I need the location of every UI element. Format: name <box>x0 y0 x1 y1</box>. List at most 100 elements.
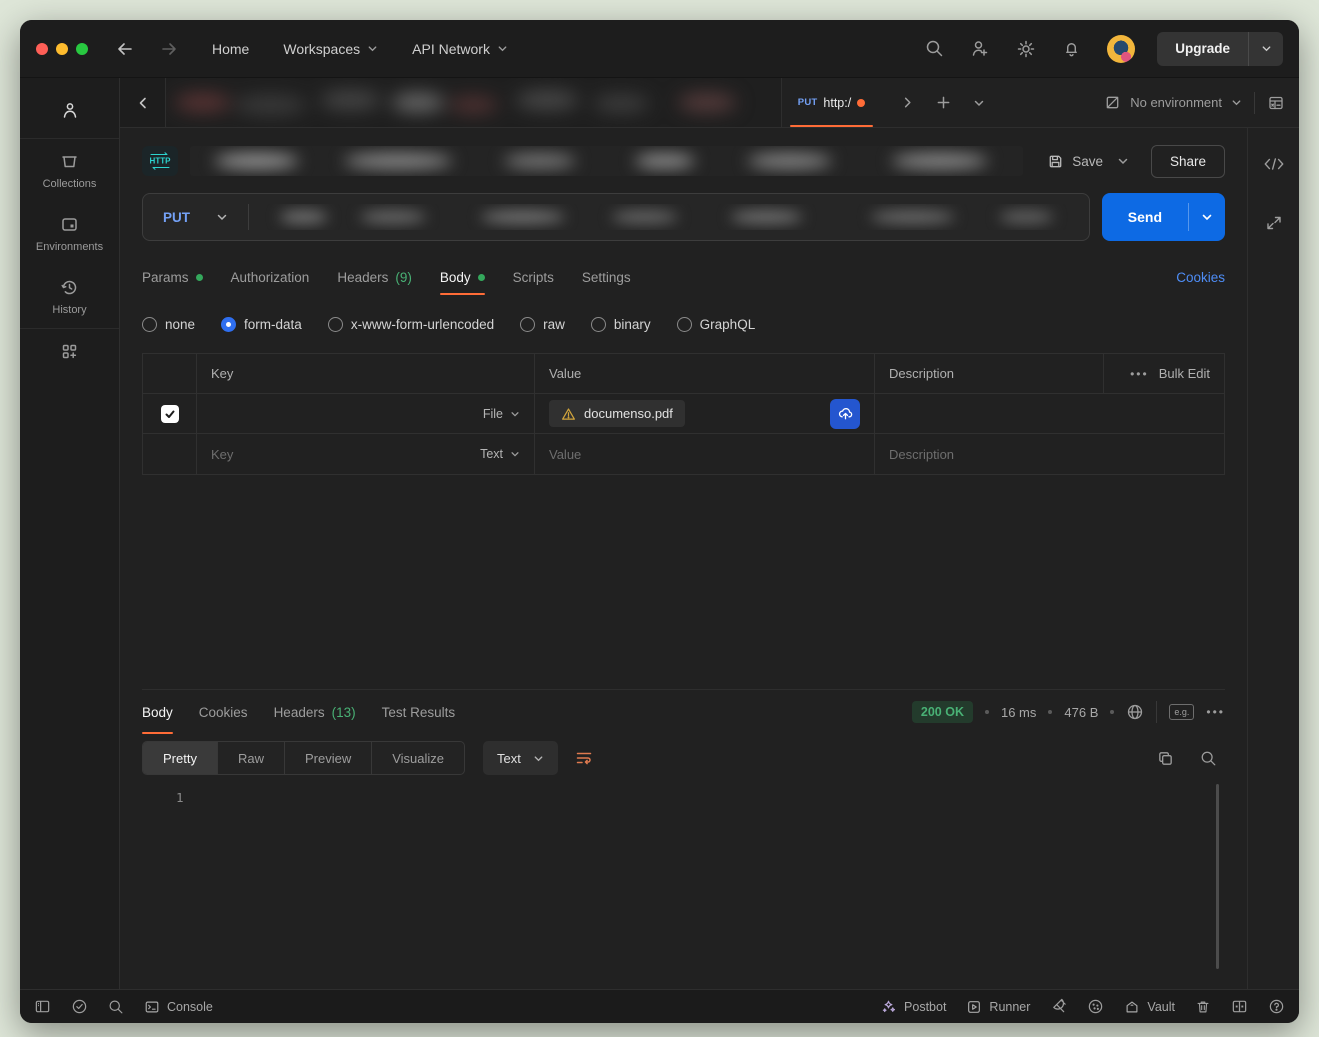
sidebar-item-environments[interactable]: Environments <box>20 202 119 265</box>
back-icon[interactable] <box>116 40 134 58</box>
view-raw[interactable]: Raw <box>218 742 285 774</box>
nav-api-network[interactable]: API Network <box>412 41 508 57</box>
sidebar-configure-button[interactable] <box>20 329 119 374</box>
capture-requests-icon[interactable] <box>1050 998 1067 1015</box>
sync-status-check-icon[interactable] <box>71 998 88 1015</box>
save-button[interactable]: Save <box>1043 147 1107 176</box>
postbot-button[interactable]: Postbot <box>880 998 946 1015</box>
copy-icon[interactable] <box>1157 750 1174 767</box>
key-cell[interactable]: File <box>197 394 535 433</box>
tab-body[interactable]: Body <box>440 259 485 295</box>
tab-authorization[interactable]: Authorization <box>231 259 310 295</box>
method-selector[interactable]: PUT <box>143 210 248 225</box>
runner-button[interactable]: Runner <box>966 999 1030 1015</box>
format-dropdown[interactable]: Text <box>483 741 558 775</box>
column-options-icon[interactable]: ••• <box>1130 367 1149 381</box>
invite-user-icon[interactable] <box>970 39 990 59</box>
tab-params[interactable]: Params <box>142 259 203 295</box>
key-type-dropdown[interactable]: File <box>483 407 520 421</box>
cookies-link[interactable]: Cookies <box>1176 270 1225 285</box>
upgrade-button[interactable]: Upgrade <box>1157 32 1283 66</box>
mode-none[interactable]: none <box>142 317 195 332</box>
nav-workspaces[interactable]: Workspaces <box>283 41 378 57</box>
find-replace-icon[interactable] <box>108 999 124 1015</box>
radio-icon[interactable] <box>328 317 343 332</box>
response-size[interactable]: 476 B <box>1064 705 1098 720</box>
key-input[interactable]: Key Text <box>197 434 535 474</box>
search-response-icon[interactable] <box>1200 750 1217 767</box>
toggle-sidebar-icon[interactable] <box>34 998 51 1015</box>
console-button[interactable]: Console <box>144 999 213 1015</box>
forward-icon[interactable] <box>160 40 178 58</box>
radio-icon[interactable] <box>677 317 692 332</box>
description-cell[interactable] <box>875 394 1224 433</box>
response-tab-headers[interactable]: Headers(13) <box>274 690 356 734</box>
new-tab-plus-icon[interactable] <box>936 95 951 110</box>
mode-graphql[interactable]: GraphQL <box>677 317 756 332</box>
view-visualize[interactable]: Visualize <box>372 742 464 774</box>
redacted-request-name[interactable] <box>190 146 1023 176</box>
split-panes-icon[interactable] <box>1231 998 1248 1015</box>
response-tab-body[interactable]: Body <box>142 690 173 734</box>
upgrade-label[interactable]: Upgrade <box>1157 32 1248 66</box>
user-avatar[interactable] <box>1107 35 1135 63</box>
tab-settings[interactable]: Settings <box>582 259 631 295</box>
response-tab-test-results[interactable]: Test Results <box>382 690 456 734</box>
sidebar-item-collections[interactable]: Collections <box>20 139 119 202</box>
vault-button[interactable]: Vault <box>1124 999 1175 1015</box>
zoom-window-button[interactable] <box>76 43 88 55</box>
radio-selected-icon[interactable] <box>221 317 236 332</box>
radio-icon[interactable] <box>142 317 157 332</box>
mode-form-data[interactable]: form-data <box>221 317 302 332</box>
close-window-button[interactable] <box>36 43 48 55</box>
help-icon[interactable] <box>1268 998 1285 1015</box>
scroll-tabs-left-button[interactable] <box>120 78 166 127</box>
active-request-tab[interactable]: PUT http:/ <box>781 78 881 127</box>
tab-options-chevron-icon[interactable] <box>973 97 985 109</box>
expand-pane-icon[interactable] <box>1265 214 1283 232</box>
file-chip[interactable]: documenso.pdf <box>549 400 685 427</box>
status-badge[interactable]: 200 OK <box>912 701 973 723</box>
minimize-window-button[interactable] <box>56 43 68 55</box>
settings-gear-icon[interactable] <box>1016 39 1036 59</box>
environment-selector[interactable]: No environment <box>1104 94 1242 111</box>
upload-file-button[interactable] <box>830 399 860 429</box>
mode-binary[interactable]: binary <box>591 317 651 332</box>
value-input[interactable]: Value <box>535 434 875 474</box>
mode-x-www-form-urlencoded[interactable]: x-www-form-urlencoded <box>328 317 494 332</box>
response-tab-cookies[interactable]: Cookies <box>199 690 248 734</box>
tab-headers[interactable]: Headers(9) <box>337 259 412 295</box>
mode-raw[interactable]: raw <box>520 317 565 332</box>
tab-scripts[interactable]: Scripts <box>513 259 554 295</box>
view-pretty[interactable]: Pretty <box>143 742 218 774</box>
share-button[interactable]: Share <box>1151 145 1225 178</box>
upgrade-dropdown-chevron-icon[interactable] <box>1249 32 1283 66</box>
send-button[interactable]: Send <box>1102 193 1225 241</box>
save-as-example-icon[interactable]: e.g. <box>1169 704 1194 720</box>
row-checkbox-checked[interactable] <box>161 405 179 423</box>
value-cell[interactable]: documenso.pdf <box>535 394 875 433</box>
description-input[interactable]: Description <box>875 434 1224 474</box>
sidebar-item-history[interactable]: History <box>20 265 119 328</box>
response-time[interactable]: 16 ms <box>1001 705 1036 720</box>
nav-home[interactable]: Home <box>212 41 249 57</box>
response-body-editor[interactable]: 1 <box>142 778 1225 989</box>
send-label[interactable]: Send <box>1102 193 1188 241</box>
radio-icon[interactable] <box>520 317 535 332</box>
sidebar-item-profile[interactable] <box>20 92 119 138</box>
view-preview[interactable]: Preview <box>285 742 372 774</box>
trash-icon[interactable] <box>1195 999 1211 1015</box>
scroll-tabs-right-button[interactable] <box>901 96 914 109</box>
editor-scrollbar[interactable] <box>1216 784 1219 969</box>
radio-icon[interactable] <box>591 317 606 332</box>
send-options-chevron-icon[interactable] <box>1189 193 1225 241</box>
search-icon[interactable] <box>925 39 944 58</box>
cookies-icon[interactable] <box>1087 998 1104 1015</box>
bulk-edit-link[interactable]: Bulk Edit <box>1159 366 1210 381</box>
redacted-tabs-region[interactable] <box>166 78 781 127</box>
environment-quick-look-icon[interactable] <box>1267 94 1285 112</box>
key-type-dropdown[interactable]: Text <box>480 447 520 461</box>
notifications-bell-icon[interactable] <box>1062 39 1081 58</box>
redacted-url-input[interactable] <box>263 204 1075 230</box>
wrap-text-icon[interactable] <box>574 748 594 768</box>
